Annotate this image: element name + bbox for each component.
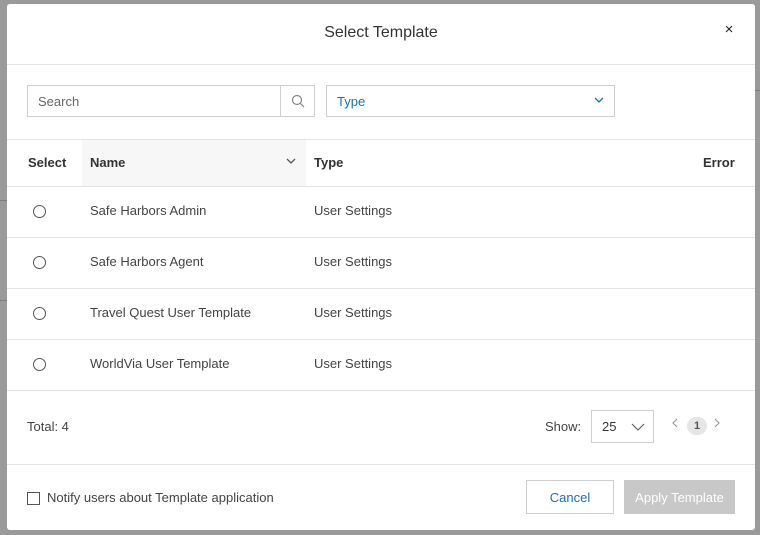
- apply-template-button[interactable]: Apply Template: [624, 480, 735, 514]
- notify-users-label[interactable]: Notify users about Template application: [47, 490, 274, 505]
- template-type: User Settings: [314, 254, 393, 269]
- background-divider: [0, 200, 7, 201]
- background-divider: [0, 300, 7, 301]
- row-select-radio[interactable]: [33, 205, 46, 218]
- template-name: WorldVia User Template: [90, 356, 230, 371]
- dialog-title: Select Template: [324, 24, 438, 41]
- column-header-select: Select: [28, 155, 67, 170]
- table-row[interactable]: Travel Quest User Template User Settings: [7, 289, 755, 340]
- dialog-header: Select Template ×: [7, 4, 755, 65]
- template-name: Safe Harbors Agent: [90, 254, 204, 269]
- template-name: Safe Harbors Admin: [90, 203, 207, 218]
- sort-chevron-icon[interactable]: [286, 157, 296, 165]
- column-header-type: Type: [314, 155, 344, 170]
- row-select-radio[interactable]: [33, 358, 46, 371]
- notify-users-checkbox[interactable]: [27, 492, 40, 505]
- type-filter-dropdown[interactable]: Type: [326, 85, 615, 117]
- close-button[interactable]: ×: [721, 22, 737, 38]
- close-icon: ×: [724, 21, 734, 38]
- chevron-down-icon: [594, 97, 604, 103]
- table-header: Select Name Type Error: [7, 140, 755, 187]
- type-filter-label: Type: [337, 94, 366, 109]
- template-type: User Settings: [314, 305, 393, 320]
- chevron-down-icon: [631, 423, 645, 431]
- background-divider: [755, 90, 760, 91]
- template-type: User Settings: [314, 203, 393, 218]
- filter-toolbar: Type: [7, 65, 755, 140]
- column-header-name[interactable]: Name: [90, 155, 125, 170]
- search-box: [27, 85, 315, 117]
- chevron-left-icon[interactable]: [671, 417, 679, 429]
- row-select-radio[interactable]: [33, 307, 46, 320]
- select-template-dialog: Select Template × Type Select Name: [7, 4, 755, 530]
- total-count: Total: 4: [27, 419, 69, 434]
- table-row[interactable]: WorldVia User Template User Settings: [7, 340, 755, 391]
- search-icon: [291, 94, 304, 108]
- table-row[interactable]: Safe Harbors Agent User Settings: [7, 238, 755, 289]
- template-type: User Settings: [314, 356, 393, 371]
- column-header-error: Error: [703, 155, 735, 170]
- cancel-button[interactable]: Cancel: [526, 480, 614, 514]
- template-name: Travel Quest User Template: [90, 305, 252, 320]
- chevron-right-icon[interactable]: [713, 417, 721, 429]
- row-select-radio[interactable]: [33, 256, 46, 269]
- search-button[interactable]: [280, 86, 314, 116]
- pagination-bar: Total: 4 Show: 25 1: [7, 391, 755, 465]
- page-size-value: 25: [602, 419, 617, 434]
- dialog-actions: Notify users about Template application …: [7, 465, 755, 530]
- page-size-dropdown[interactable]: 25: [591, 410, 654, 443]
- page-size-label: Show:: [545, 419, 582, 434]
- search-input[interactable]: [28, 86, 282, 116]
- table-row[interactable]: Safe Harbors Admin User Settings: [7, 187, 755, 238]
- page-number-button[interactable]: 1: [687, 417, 707, 435]
